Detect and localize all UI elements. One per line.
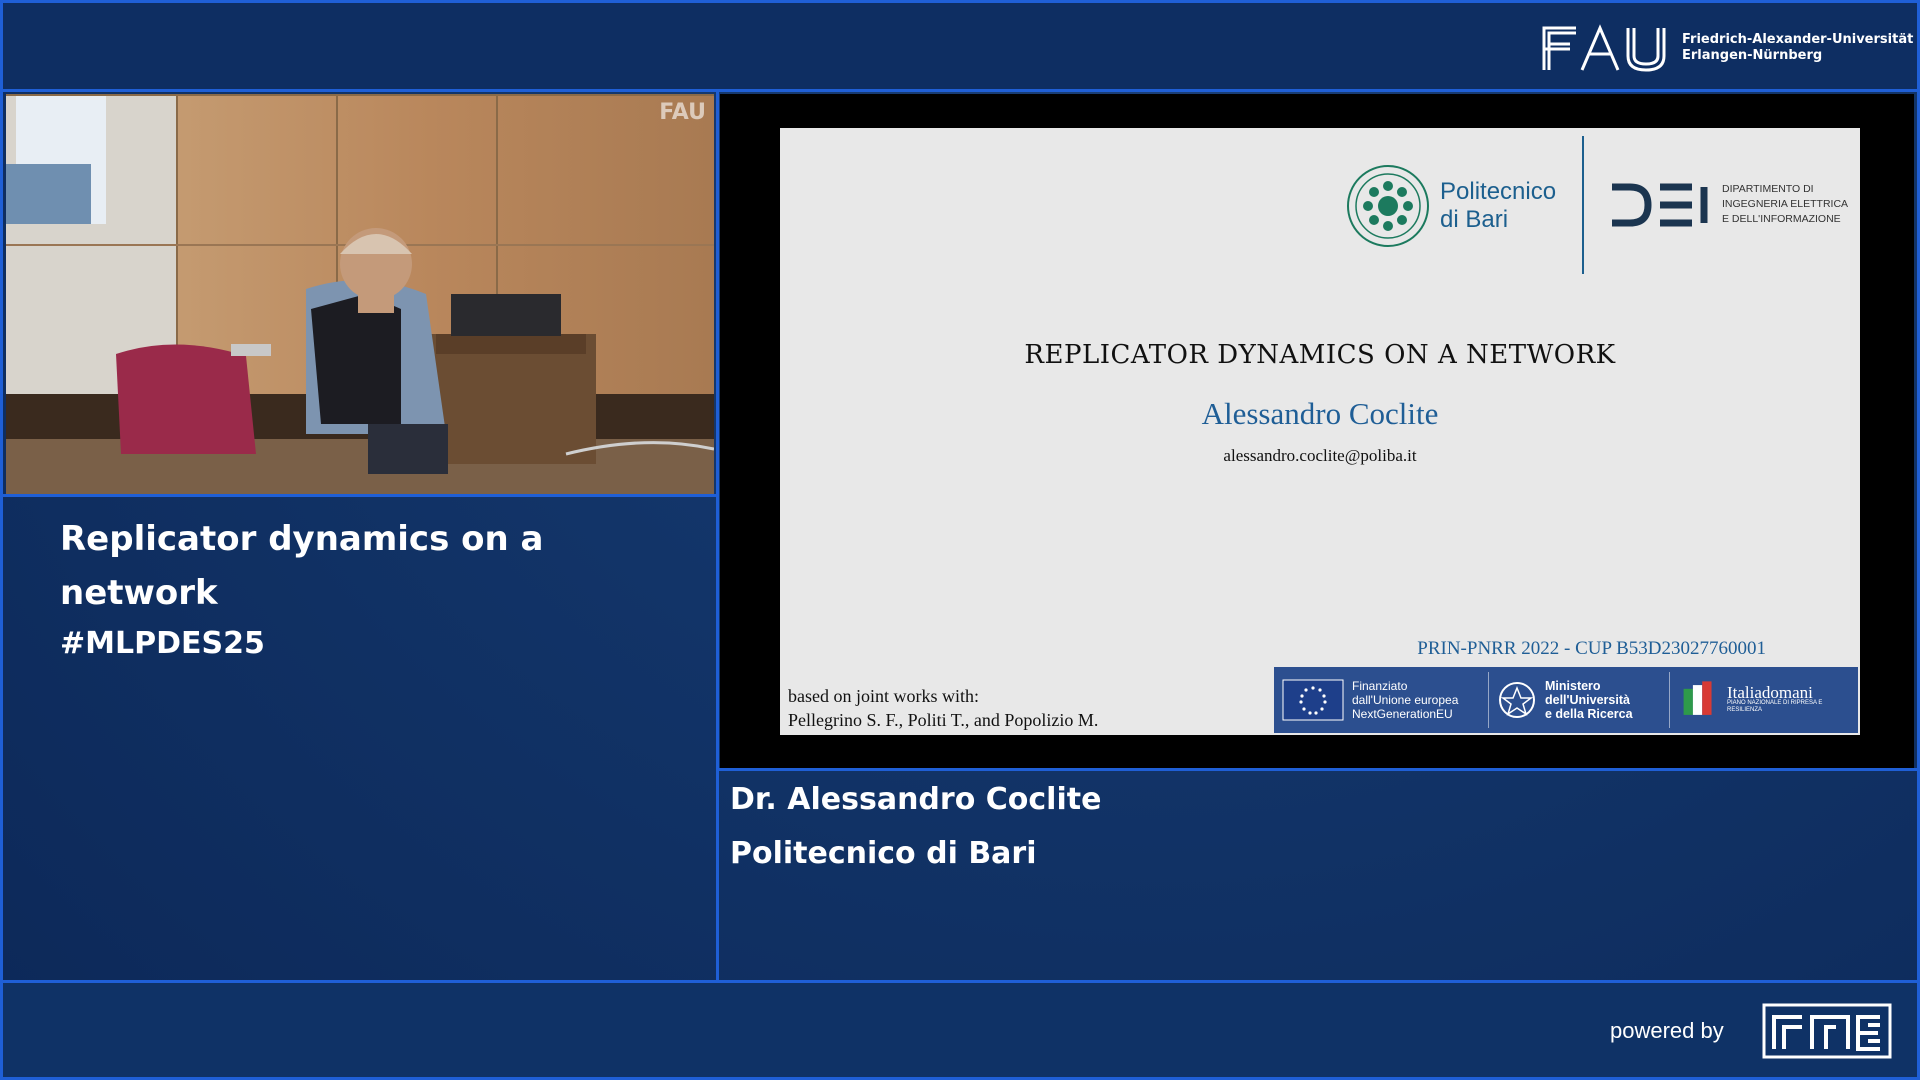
center-divider (716, 91, 719, 980)
fau-logo: Friedrich-Alexander-Universität Erlangen… (1540, 22, 1913, 74)
camera-scene-image (6, 94, 714, 494)
eu-funding-cell: Finanziato dall'Unione europea NextGener… (1274, 672, 1489, 728)
speaker-affiliation: Politecnico di Bari (730, 836, 1037, 871)
slide-author: Alessandro Coclite (1201, 396, 1439, 431)
mur-line2: dell'Università (1545, 693, 1630, 707)
dei-wordmark-icon (1612, 183, 1708, 226)
presentation-slide: Politecnico di Bari DIPARTIMENTO DI INGE… (780, 128, 1860, 735)
speaker-camera-feed: FAU (6, 94, 714, 494)
slide-email: alessandro.coclite@poliba.it (1223, 446, 1417, 465)
eu-line1: Finanziato (1352, 679, 1408, 693)
mur-emblem-icon (1499, 682, 1535, 718)
eu-line3: NextGenerationEU (1352, 707, 1453, 721)
mur-funding-cell: Ministero dell'Università e della Ricerc… (1489, 672, 1670, 728)
poliba-name-line2: di Bari (1440, 206, 1509, 233)
speaker-name: Dr. Alessandro Coclite (730, 782, 1102, 817)
joint-works-line1: based on joint works with: (788, 686, 979, 706)
talk-title: Replicator dynamics on a network (60, 519, 544, 613)
bottom-divider (3, 980, 1917, 983)
slide-logo-divider (1582, 136, 1584, 274)
poliba-logo: Politecnico di Bari (1346, 164, 1556, 248)
camera-divider (3, 494, 717, 497)
university-name-line1: Friedrich-Alexander-Universität (1682, 32, 1914, 47)
dei-name-line2: INGEGNERIA ELETTRICA (1722, 198, 1849, 210)
italiadomani-cell: Italiadomani PIANO NAZIONALE DI RIPRESA … (1670, 672, 1858, 728)
poliba-seal-icon (1347, 165, 1429, 247)
slide-grant: PRIN-PNRR 2022 - CUP B53D23027760001 (1417, 638, 1766, 659)
italy-flag-icon (1683, 681, 1712, 715)
university-name-line2: Erlangen-Nürnberg (1682, 48, 1823, 63)
fme-logo-icon (1762, 1003, 1892, 1059)
top-divider (3, 89, 1917, 92)
slide-joint-works: based on joint works with: Pellegrino S.… (788, 684, 1098, 732)
slide-divider-line (716, 768, 1917, 771)
dei-logo: DIPARTIMENTO DI INGEGNERIA ELETTRICA E D… (1608, 182, 1848, 227)
fau-wordmark-icon (1542, 24, 1666, 72)
eu-line2: dall'Unione europea (1352, 693, 1459, 707)
dei-name-line3: E DELL'INFORMAZIONE (1722, 213, 1841, 225)
eu-flag-icon (1282, 679, 1344, 721)
talk-hashtag: #MLPDES25 (60, 626, 265, 661)
camera-watermark: FAU (659, 100, 706, 125)
poliba-name-line1: Politecnico (1440, 178, 1557, 205)
slide-title: REPLICATOR DYNAMICS ON A NETWORK (1024, 340, 1616, 370)
mur-line1: Ministero (1545, 679, 1601, 693)
italiadomani-word: Italiadomani (1726, 683, 1813, 702)
dei-name-line1: DIPARTIMENTO DI (1722, 183, 1814, 195)
mur-line3: e della Ricerca (1545, 707, 1633, 721)
powered-by-label: powered by (1610, 1018, 1724, 1043)
italiadomani-subtitle: PIANO NAZIONALE DI RIPRESA E RESILIENZA (1726, 700, 1823, 713)
joint-works-line2: Pellegrino S. F., Politi T., and Popoliz… (788, 710, 1099, 730)
funding-banner: Finanziato dall'Unione europea NextGener… (1274, 667, 1858, 733)
